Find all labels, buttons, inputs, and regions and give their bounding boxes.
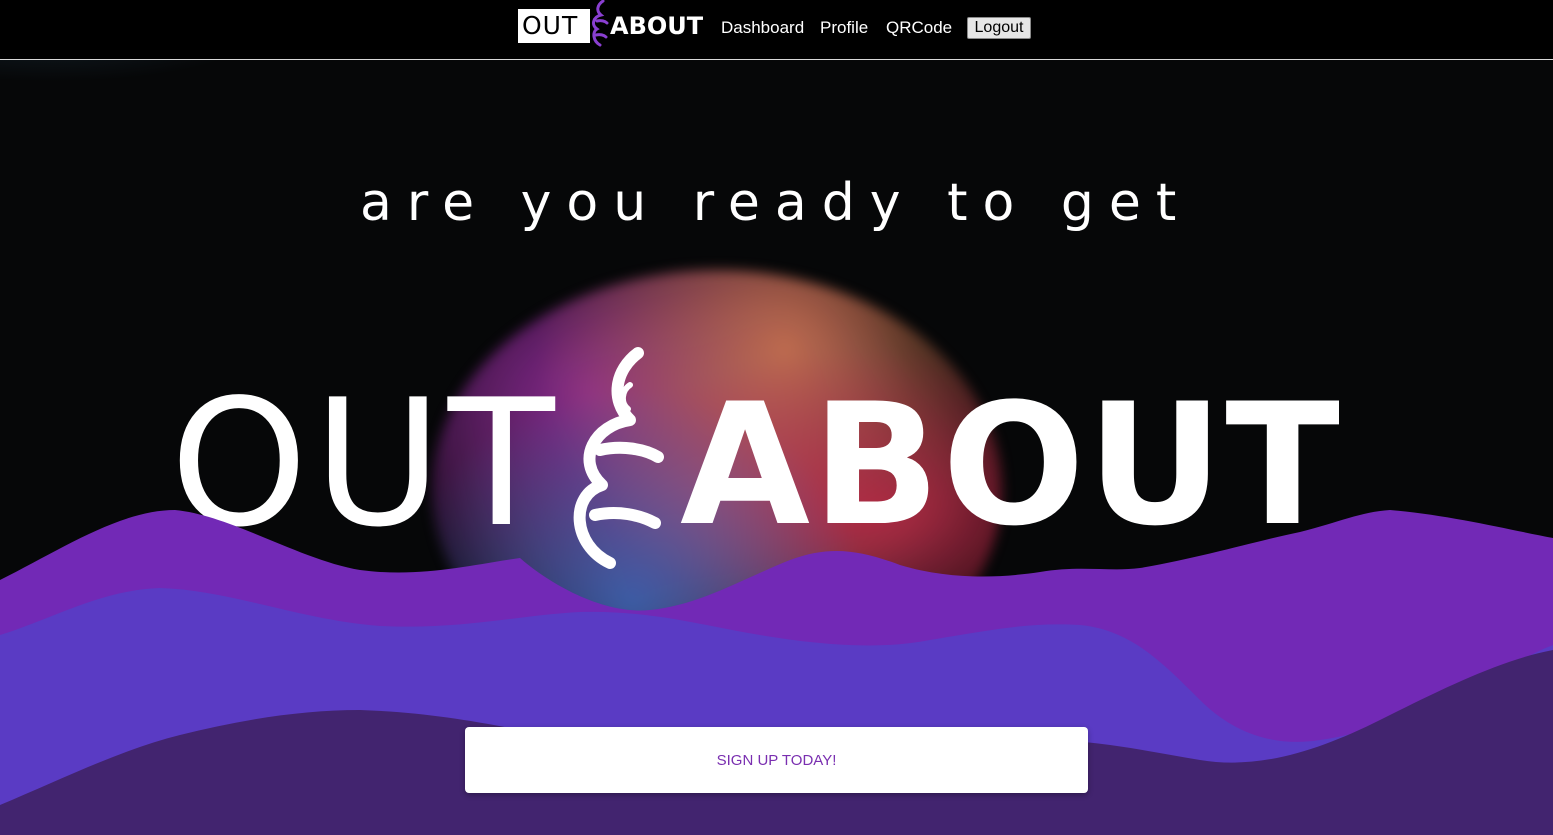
signup-button[interactable]: SIGN UP TODAY! — [465, 727, 1088, 793]
mountain-landscape — [0, 510, 1553, 835]
ampersand-icon — [592, 0, 609, 47]
brand-logo[interactable]: OUT ABOUT — [518, 0, 708, 47]
navbar: OUT ABOUT Dashboard Profile QRCode Logou… — [0, 0, 1553, 60]
nav-link-qrcode[interactable]: QRCode — [886, 18, 952, 38]
logout-button[interactable]: Logout — [967, 17, 1031, 39]
brand-about-text: ABOUT — [610, 12, 704, 40]
nav-link-dashboard[interactable]: Dashboard — [721, 18, 804, 38]
brand-out-text: OUT — [518, 9, 590, 43]
nav-link-profile[interactable]: Profile — [820, 18, 868, 38]
hero-banner: are you ready to get OUT ABOUT SIGN UP T… — [0, 60, 1553, 835]
